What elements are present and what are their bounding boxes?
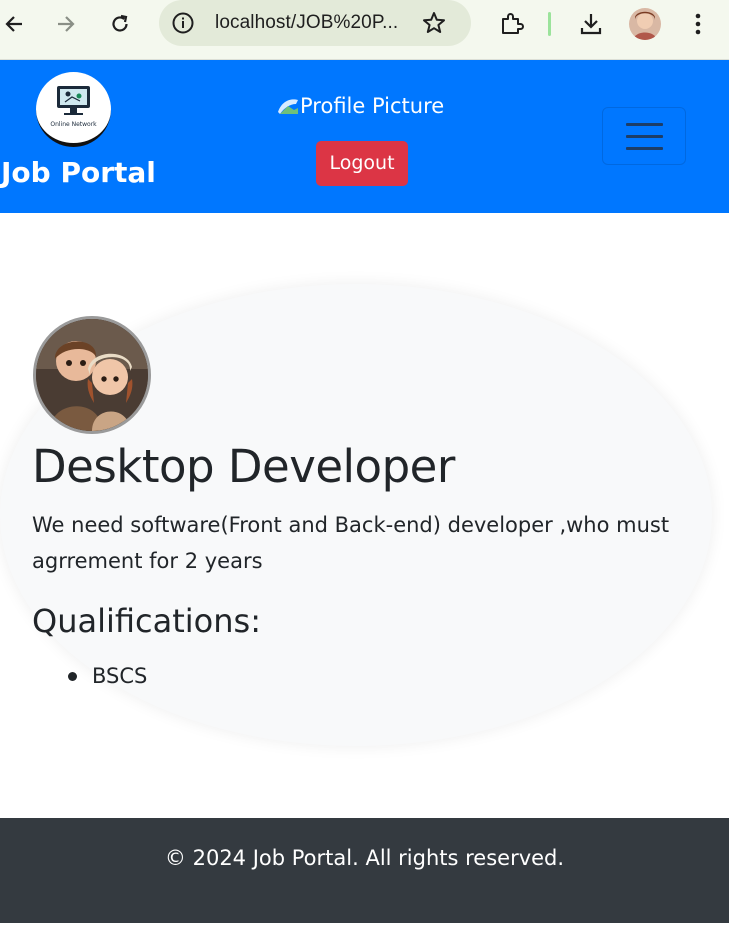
toolbar-separator (548, 12, 551, 36)
address-bar[interactable]: localhost/JOB%20P... (159, 0, 471, 46)
forward-icon[interactable] (52, 10, 80, 38)
job-title: Desktop Developer (32, 440, 455, 493)
menu-kebab-icon[interactable] (684, 10, 712, 38)
reload-icon[interactable] (106, 10, 134, 38)
bookmark-star-icon[interactable] (421, 10, 447, 36)
profile-avatar[interactable] (629, 8, 661, 40)
page-bottom (0, 923, 729, 933)
logout-button[interactable]: Logout (316, 141, 408, 186)
brand-title[interactable]: Job Portal (1, 156, 156, 189)
browser-toolbar: localhost/JOB%20P... (0, 0, 729, 60)
job-description: We need software(Front and Back-end) dev… (32, 513, 670, 573)
hamburger-icon-bar (626, 135, 663, 138)
url-text[interactable]: localhost/JOB%20P... (215, 12, 398, 34)
site-logo[interactable]: Online Network (36, 72, 111, 147)
profile-picture[interactable]: Profile Picture (276, 94, 444, 118)
logo-text: Online Network (50, 121, 97, 128)
profile-picture-alt-text: Profile Picture (300, 94, 445, 118)
navbar-toggler[interactable] (602, 107, 686, 165)
broken-image-icon (276, 96, 300, 116)
site-info-icon[interactable] (171, 11, 195, 35)
site-footer: © 2024 Job Portal. All rights reserved. (0, 818, 729, 923)
download-icon[interactable] (577, 10, 605, 38)
qualifications-heading: Qualifications: (32, 602, 261, 640)
extensions-icon[interactable] (497, 10, 525, 38)
job-avatar-image (33, 316, 151, 434)
footer-copyright: © 2024 Job Portal. All rights reserved. (164, 846, 565, 870)
back-icon[interactable] (0, 10, 28, 38)
hamburger-icon (626, 123, 663, 126)
site-navbar: Online Network Job Portal Profile Pictur… (0, 60, 729, 213)
qualification-item: BSCS (67, 660, 147, 692)
hamburger-icon-bar (626, 147, 663, 150)
qualifications-list: BSCS (67, 660, 147, 692)
